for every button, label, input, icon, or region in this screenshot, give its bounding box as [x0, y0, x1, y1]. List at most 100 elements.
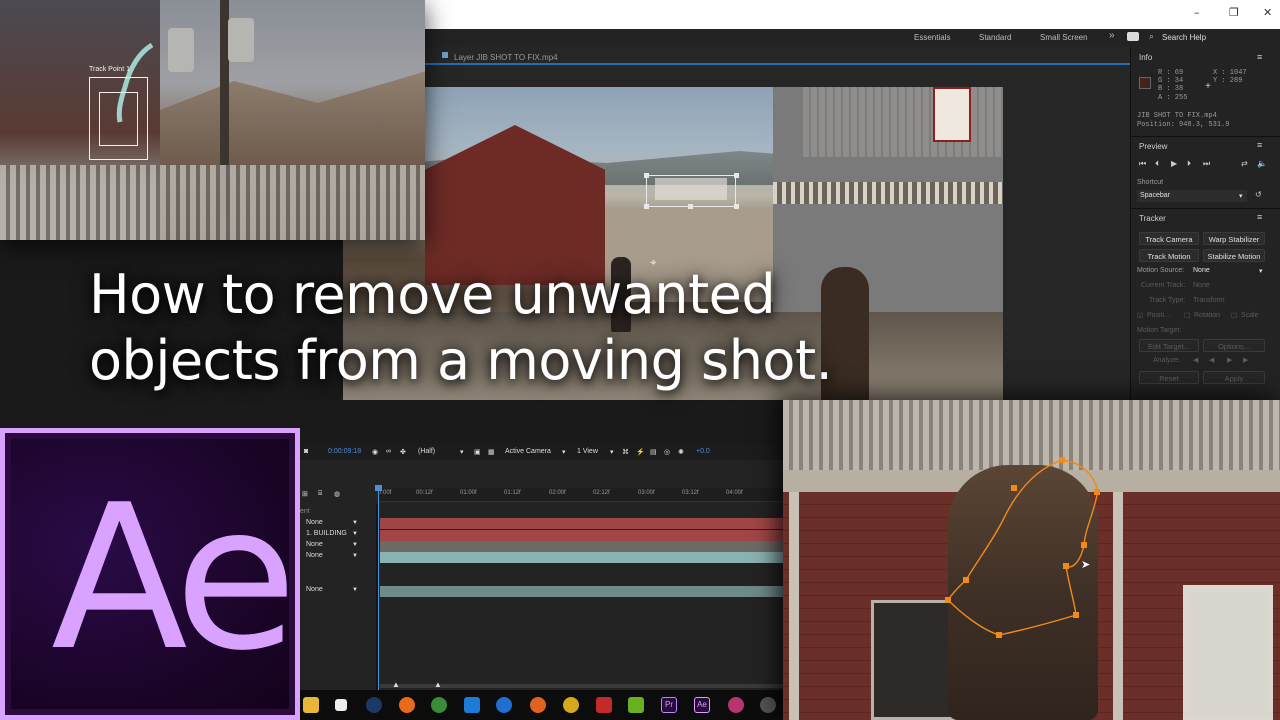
stabilize-motion-button[interactable]: Stabilize Motion: [1203, 249, 1265, 262]
track-handle[interactable]: [644, 173, 649, 178]
time-ruler[interactable]: 0:00f 00:12f 01:00f 01:12f 02:00f 02:12f…: [378, 488, 784, 502]
next-frame-icon[interactable]: ⏵: [1187, 159, 1191, 169]
layer-bar[interactable]: [380, 586, 784, 597]
track-handle[interactable]: [734, 173, 739, 178]
search-layers-icon[interactable]: ⊞: [302, 490, 308, 498]
camera-select[interactable]: Active Camera: [505, 448, 551, 455]
layer-bar[interactable]: [380, 541, 784, 552]
analyze-back-icon[interactable]: ◀: [1209, 356, 1214, 364]
track-handle[interactable]: [688, 204, 693, 209]
panel-menu-icon[interactable]: ≡: [1257, 212, 1262, 222]
analyze-forward-all-icon[interactable]: ▶: [1243, 356, 1248, 364]
exposure-icon[interactable]: ✺: [678, 448, 684, 456]
parent-select[interactable]: None: [306, 519, 323, 526]
color-channel-icon[interactable]: ✤: [400, 448, 406, 456]
close-button[interactable]: ✕: [1263, 6, 1272, 19]
premiere-icon[interactable]: Pr: [661, 697, 677, 713]
scale-checkbox[interactable]: ☐: [1231, 312, 1237, 320]
zoom-out-icon[interactable]: ▲: [392, 680, 400, 689]
comp-mini-flow-icon[interactable]: ⌸: [318, 490, 322, 498]
after-effects-icon[interactable]: Ae: [694, 697, 710, 713]
analyze-forward-icon[interactable]: ▶: [1227, 356, 1232, 364]
file-explorer-icon[interactable]: [303, 697, 319, 713]
chevron-down-icon: ▾: [562, 449, 566, 456]
headline-line-2: objects from a moving shot.: [89, 329, 833, 392]
layer-bar[interactable]: [380, 518, 784, 529]
timecode-display[interactable]: 0:00:09:18: [328, 448, 361, 455]
grid-icon[interactable]: ▤: [650, 448, 657, 456]
app-icon-red[interactable]: [596, 697, 612, 713]
transparency-grid-icon[interactable]: ▦: [488, 448, 495, 456]
track-camera-button[interactable]: Track Camera: [1139, 232, 1199, 245]
frame-blending-icon[interactable]: ◍: [334, 490, 340, 498]
panel-menu-icon[interactable]: ≡: [1257, 140, 1262, 150]
motion-source-select[interactable]: None: [1193, 267, 1210, 274]
firefox-icon[interactable]: [530, 697, 546, 713]
toggle-pixel-icon[interactable]: ⌘: [622, 448, 629, 456]
loop-icon[interactable]: ⇄: [1241, 159, 1248, 168]
view-layout-select[interactable]: 1 View: [577, 448, 598, 455]
exposure-value[interactable]: +0.0: [696, 448, 710, 455]
xbox-icon[interactable]: [431, 697, 447, 713]
playhead-line[interactable]: [378, 488, 379, 720]
snapshot-icon[interactable]: ◉: [372, 448, 378, 456]
fast-preview-icon[interactable]: ⚡: [636, 448, 645, 456]
region-icon[interactable]: ▣: [474, 448, 481, 456]
render-icon[interactable]: ◎: [664, 448, 670, 456]
zoom-in-icon[interactable]: ▲: [434, 680, 442, 689]
tracking-box[interactable]: [646, 175, 736, 207]
outlook-icon[interactable]: [464, 697, 480, 713]
misc-icon[interactable]: [760, 697, 776, 713]
workspace-small-screen[interactable]: Small Screen: [1040, 33, 1088, 42]
last-frame-icon[interactable]: ⏭: [1203, 159, 1210, 169]
shortcut-select[interactable]: Spacebar ▾: [1137, 190, 1247, 202]
track-handle[interactable]: [644, 204, 649, 209]
workspace-overflow-button[interactable]: »: [1109, 30, 1115, 41]
rotation-checkbox[interactable]: ☐: [1184, 312, 1190, 320]
apply-button[interactable]: Apply: [1203, 371, 1265, 384]
warp-stabilizer-button[interactable]: Warp Stabilizer: [1203, 232, 1265, 245]
edge-icon[interactable]: [496, 697, 512, 713]
track-handle[interactable]: [734, 204, 739, 209]
motion-target-label: Motion Target:: [1137, 327, 1182, 334]
track-type-select[interactable]: Transform: [1193, 297, 1225, 304]
parent-select[interactable]: 1. BUILDING: [306, 530, 347, 537]
divider: [1131, 208, 1280, 209]
first-frame-icon[interactable]: ⏮: [1139, 159, 1146, 169]
camera-icon[interactable]: ◙: [304, 448, 308, 455]
edit-target-button[interactable]: Edit Target...: [1139, 339, 1199, 352]
reset-button[interactable]: Reset: [1139, 371, 1199, 384]
track-feature-region[interactable]: [99, 92, 138, 146]
current-track-select[interactable]: None: [1193, 282, 1210, 289]
parent-select[interactable]: None: [306, 552, 323, 559]
layer-bar[interactable]: [380, 552, 784, 563]
analyze-back-all-icon[interactable]: ◀: [1193, 356, 1198, 364]
parent-select[interactable]: None: [306, 541, 323, 548]
app-icon-orange[interactable]: [399, 697, 415, 713]
parent-select[interactable]: None: [306, 586, 323, 593]
track-motion-button[interactable]: Track Motion: [1139, 249, 1199, 262]
roto-mask-path-icon[interactable]: [783, 400, 1280, 720]
options-button[interactable]: Options...: [1203, 339, 1265, 352]
workspace-standard[interactable]: Standard: [979, 33, 1011, 42]
link-icon[interactable]: ∞: [386, 448, 391, 455]
position-checkbox[interactable]: ☑: [1137, 312, 1143, 320]
layer-tab[interactable]: Layer JIB SHOT TO FIX.mp4: [420, 50, 1130, 65]
steam-icon[interactable]: [366, 697, 382, 713]
maximize-button[interactable]: ❐: [1229, 6, 1239, 19]
prev-frame-icon[interactable]: ⏴: [1155, 159, 1159, 169]
store-icon[interactable]: [335, 699, 347, 711]
search-help-input[interactable]: Search Help: [1162, 33, 1206, 42]
audio-icon[interactable]: 🔈: [1257, 159, 1267, 168]
layer-bar[interactable]: [380, 530, 784, 541]
play-icon[interactable]: ▶: [1171, 159, 1177, 168]
minimize-button[interactable]: –: [1194, 6, 1200, 19]
nvidia-icon[interactable]: [628, 697, 644, 713]
davinci-icon[interactable]: [728, 697, 744, 713]
panel-menu-icon[interactable]: ≡: [1257, 52, 1262, 62]
reset-icon[interactable]: ↺: [1255, 190, 1262, 199]
chrome-icon[interactable]: [563, 697, 579, 713]
fence: [0, 165, 425, 240]
resolution-select[interactable]: (Half): [418, 448, 435, 455]
workspace-essentials[interactable]: Essentials: [914, 33, 950, 42]
